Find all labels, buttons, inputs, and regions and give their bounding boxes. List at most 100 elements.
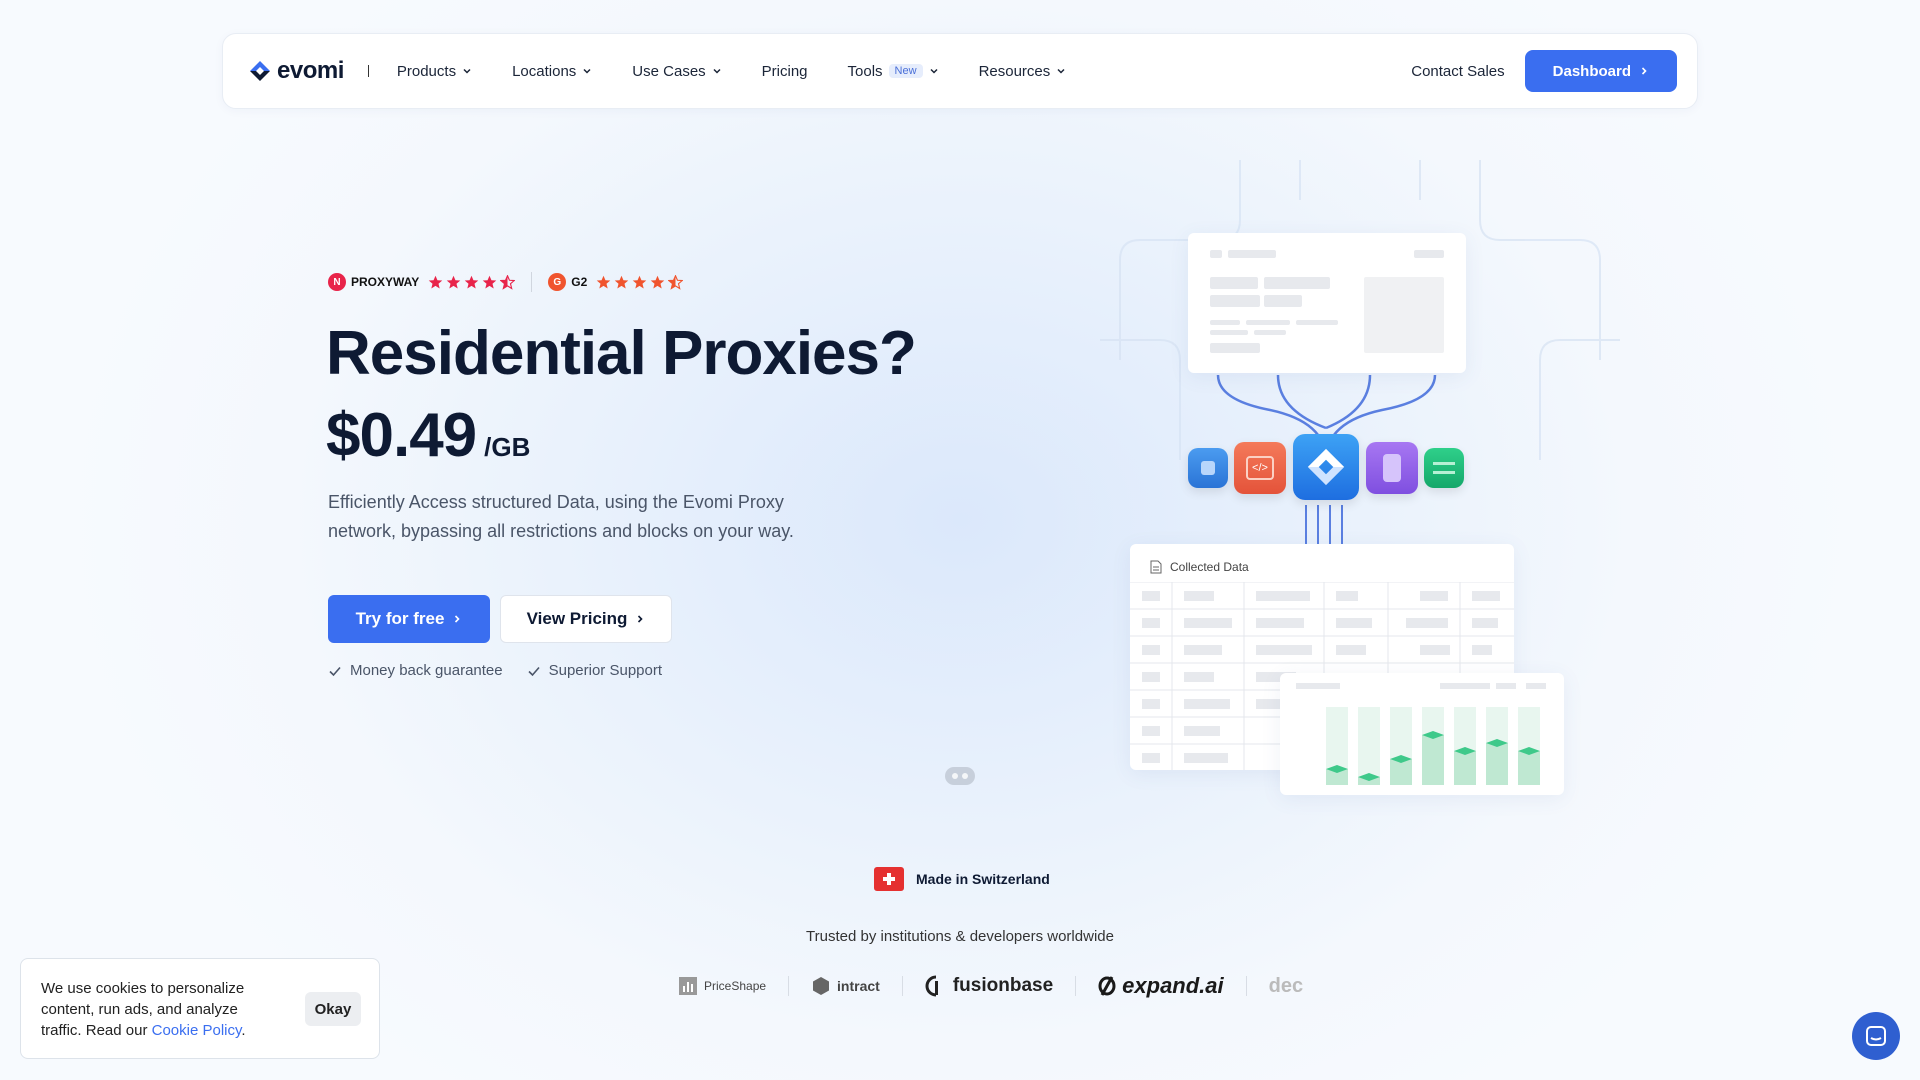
nav-actions: Contact Sales Dashboard — [1411, 50, 1677, 92]
top-navbar: evomi Products Locations Use Cases Prici… — [222, 33, 1698, 109]
brand-name: fusionbase — [952, 975, 1054, 996]
benefit-label: Superior Support — [548, 662, 663, 679]
evomi-logo-icon — [1307, 448, 1345, 486]
brand-priceshape: PriceShape — [656, 976, 790, 996]
view-button-label: View Pricing — [526, 609, 628, 628]
benefit-item: Superior Support — [527, 662, 662, 679]
chevron-down-icon — [583, 68, 591, 74]
cookie-okay-button[interactable]: Okay — [305, 992, 361, 1026]
price-display: $0.49 /GB — [326, 400, 530, 471]
chart-card — [1280, 673, 1564, 795]
star-icon — [483, 275, 497, 288]
nav-item-locations[interactable]: Locations — [512, 63, 592, 80]
chevron-right-icon — [638, 615, 644, 623]
view-pricing-button[interactable]: View Pricing — [500, 595, 672, 643]
cookie-message: We use cookies to personalize content, r… — [41, 978, 271, 1041]
hero-title: Residential Proxies? — [326, 319, 917, 388]
evomi-hub-icon — [1293, 434, 1359, 500]
brand-intract: intract — [789, 976, 903, 996]
ratings-bar: N PROXYWAY G G2 — [328, 272, 684, 292]
cookie-text-end: . — [241, 1022, 246, 1039]
chevron-down-icon — [713, 68, 721, 74]
hero-illustration: </> Collected Data — [1100, 160, 1620, 810]
code-app-icon: </> — [1234, 442, 1286, 494]
nav-menu: Products Locations Use Cases Pricing Too… — [397, 63, 1066, 80]
cookie-policy-link[interactable]: Cookie Policy — [152, 1022, 242, 1039]
collected-data-title: Collected Data — [1170, 560, 1249, 574]
fusionbase-logo-icon — [925, 975, 938, 997]
cta-buttons: Try for free View Pricing — [328, 595, 672, 643]
proxyway-logo-icon: N — [328, 273, 346, 291]
star-icon — [447, 275, 461, 288]
swiss-flag-icon — [874, 867, 904, 891]
brand-name: expand.ai — [1122, 973, 1224, 998]
brand-name: intract — [837, 978, 880, 994]
price-unit: /GB — [484, 432, 531, 462]
logo-text: evomi — [277, 57, 344, 84]
made-in-label: Made in Switzerland — [916, 871, 1050, 887]
try-for-free-button[interactable]: Try for free — [328, 595, 490, 643]
cookie-banner: We use cookies to personalize content, r… — [20, 958, 380, 1059]
star-icon — [429, 275, 443, 288]
nav-item-label: Resources — [978, 62, 1051, 80]
try-button-label: Try for free — [355, 609, 445, 628]
table-app-icon — [1424, 448, 1464, 488]
nav-item-resources[interactable]: Resources — [979, 63, 1067, 80]
chevron-right-icon — [1641, 67, 1647, 75]
rating-name: G2 — [571, 275, 588, 289]
chevron-down-icon — [1057, 68, 1065, 74]
star-icon — [615, 275, 629, 288]
benefit-checks: Money back guarantee Superior Support — [328, 662, 662, 679]
expand-logo-icon — [1098, 976, 1116, 996]
brand-dec: dec — [1247, 974, 1325, 997]
chat-icon — [1866, 1026, 1886, 1046]
star-icon — [465, 275, 479, 288]
star-half-icon — [668, 274, 684, 290]
rating-separator — [531, 272, 533, 292]
nav-item-label: Pricing — [761, 62, 808, 80]
brand-expand-ai: expand.ai — [1076, 973, 1247, 998]
dashboard-button[interactable]: Dashboard — [1524, 50, 1677, 92]
nav-item-use-cases[interactable]: Use Cases — [632, 63, 721, 80]
bar-chart-icon — [679, 977, 697, 995]
star-icon — [651, 275, 665, 288]
g2-logo-icon: G — [548, 273, 567, 291]
nav-item-label: Products — [396, 62, 457, 80]
benefit-item: Money back guarantee — [328, 662, 503, 679]
star-half-icon — [500, 274, 516, 290]
benefit-label: Money back guarantee — [350, 662, 503, 679]
nav-item-label: Locations — [512, 62, 577, 80]
dashboard-button-label: Dashboard — [1552, 62, 1631, 80]
home-app-icon — [1188, 448, 1228, 488]
nav-item-pricing[interactable]: Pricing — [762, 63, 808, 80]
rating-name: PROXYWAY — [351, 275, 420, 289]
brand-name: dec — [1268, 974, 1304, 997]
nav-item-products[interactable]: Products — [397, 63, 472, 80]
price-value: $0.49 — [326, 401, 477, 470]
evomi-logo-icon — [250, 61, 270, 81]
brand-name: PriceShape — [704, 979, 767, 993]
made-in-switzerland: Made in Switzerland — [874, 867, 1050, 891]
hero-description: Efficiently Access structured Data, usin… — [328, 492, 794, 541]
nav-item-tools[interactable]: Tools New — [848, 63, 939, 80]
carousel-toggle[interactable] — [945, 767, 975, 785]
top-data-card — [1188, 233, 1466, 373]
collected-data-header: Collected Data — [1150, 560, 1249, 574]
g2-stars — [596, 274, 684, 290]
star-icon — [597, 275, 611, 288]
nav-item-label: Use Cases — [632, 62, 706, 80]
checkmark-icon — [329, 666, 341, 676]
nav-separator — [367, 65, 369, 77]
mobile-app-icon — [1366, 442, 1418, 494]
checkmark-icon — [528, 666, 540, 676]
chat-button[interactable] — [1852, 1012, 1900, 1060]
trusted-by-text: Trusted by institutions & developers wor… — [806, 928, 1114, 945]
bar-chart-graphic — [1296, 683, 1546, 785]
brand-logos: PriceShape intract fusionbase expand.ai … — [656, 970, 1325, 1002]
hexagon-icon — [813, 977, 830, 995]
contact-sales-link[interactable]: Contact Sales — [1411, 63, 1504, 80]
g2-rating: G G2 — [548, 273, 684, 291]
chevron-down-icon — [463, 68, 471, 74]
evomi-logo[interactable]: evomi — [249, 57, 344, 85]
proxyway-rating: N PROXYWAY — [328, 273, 516, 291]
